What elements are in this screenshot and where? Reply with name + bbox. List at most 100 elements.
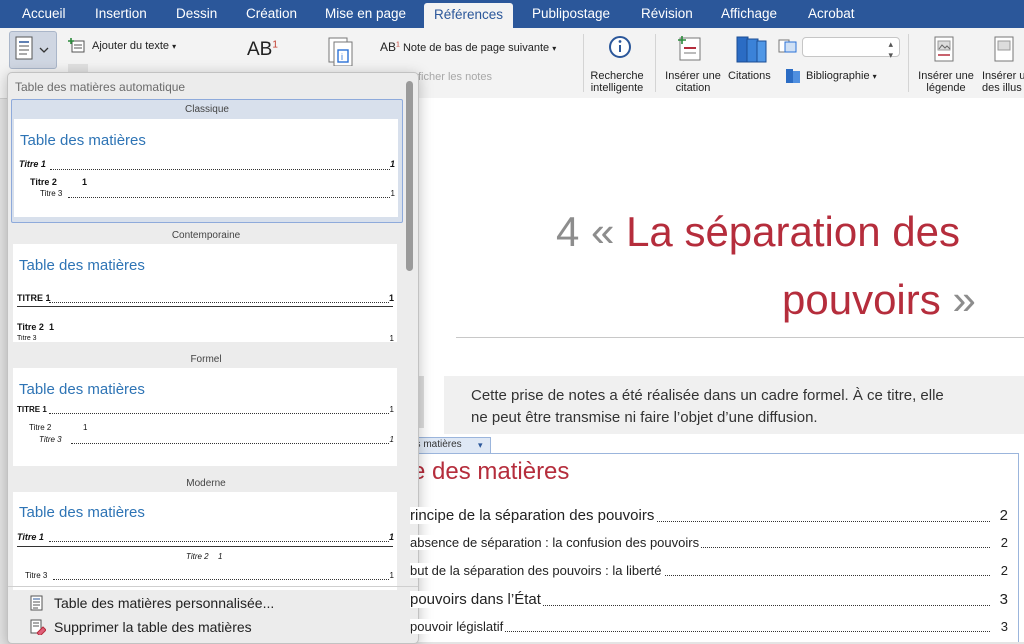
toc-style-label: Moderne xyxy=(186,478,226,489)
preview-level2: Titre 2 xyxy=(17,322,44,332)
preview-leader xyxy=(68,197,390,198)
insert-citation-label-line1: Insérer une xyxy=(665,70,721,82)
preview-level1: TITRE 1 xyxy=(17,405,47,414)
toc-entry-page: 2 xyxy=(997,563,1008,578)
chapter-title-part2: pouvoirs xyxy=(782,276,941,323)
tab-dessin[interactable]: Dessin xyxy=(176,0,217,28)
gallery-scrollbar-thumb[interactable] xyxy=(406,81,413,271)
toc-entry-page: 2 xyxy=(996,507,1008,524)
ribbon-separator xyxy=(583,34,584,92)
insert-table-of-figures-label[interactable]: Insérer u des illus xyxy=(982,70,1024,94)
toc-entry-page: 3 xyxy=(997,619,1008,634)
chapter-close-quote: » xyxy=(952,276,976,323)
preview-level2-page: 1 xyxy=(82,177,88,187)
notice-line1: Cette prise de notes a été réalisée dans… xyxy=(471,387,944,404)
table-of-contents-icon xyxy=(15,36,49,60)
toc-entry-text: but de la séparation des pouvoirs : la l… xyxy=(410,563,664,578)
preview-page: 1 xyxy=(389,435,394,444)
smart-lookup-icon[interactable] xyxy=(606,34,634,62)
toc-entry-text: pouvoirs dans l’État xyxy=(410,591,543,608)
tab-revision[interactable]: Révision xyxy=(641,0,693,28)
preview-leader xyxy=(53,579,389,580)
tab-insertion[interactable]: Insertion xyxy=(95,0,147,28)
chapter-number: 4 xyxy=(556,208,580,255)
tab-publipostage[interactable]: Publipostage xyxy=(532,0,610,28)
insert-table-of-figures-label-line1: Insérer u xyxy=(982,70,1024,82)
preview-level1: Titre 1 xyxy=(17,532,44,542)
toc-gallery-dropdown: Table des matières automatique Classique… xyxy=(7,72,419,644)
chapter-heading-line2: pouvoirs » xyxy=(782,276,976,324)
tab-creation[interactable]: Création xyxy=(246,0,297,28)
toc-style-contemporaine[interactable]: Table des matières TITRE 1 1 Titre 2 1 T… xyxy=(13,244,397,342)
preview-title: Table des matières xyxy=(19,257,145,274)
insert-endnote-icon[interactable]: i xyxy=(326,36,356,66)
ribbon-separator xyxy=(655,34,656,92)
preview-title: Table des matières xyxy=(20,132,146,149)
preview-level3: Titre 3 xyxy=(39,435,62,444)
manage-sources-icon[interactable] xyxy=(778,38,798,54)
delete-toc-menu-item[interactable]: Supprimer la table des matières xyxy=(8,617,406,639)
insert-caption-label[interactable]: Insérer une légende xyxy=(914,70,978,94)
next-footnote-button[interactable]: AB1 Note de bas de page suivante ▾ xyxy=(380,40,556,54)
ribbon-separator xyxy=(908,34,909,92)
toc-entry[interactable]: absence de séparation : la confusion des… xyxy=(410,535,1008,555)
toc-tag-dropdown-icon[interactable]: ▾ xyxy=(478,438,483,452)
tab-accueil[interactable]: Accueil xyxy=(22,0,66,28)
ribbon-tab-bar: Accueil Insertion Dessin Création Mise e… xyxy=(0,0,1024,28)
preview-level2-page: 1 xyxy=(49,322,55,332)
heading-rule xyxy=(456,337,1024,338)
toc-style-formel[interactable]: Table des matières TITRE 1 1 Titre 2 1 T… xyxy=(13,368,397,466)
toc-content-control-tag[interactable]: es matières ▾ xyxy=(410,437,491,454)
insert-footnote-button[interactable]: AB1 xyxy=(247,39,278,61)
preview-leader xyxy=(49,413,389,414)
bibliography-label: Bibliographie xyxy=(806,70,870,82)
custom-toc-menu-item[interactable]: Table des matières personnalisée... xyxy=(8,593,406,615)
toc-entry-page: 2 xyxy=(997,535,1008,550)
toc-entry[interactable]: but de la séparation des pouvoirs : la l… xyxy=(410,563,1008,583)
toc-entry[interactable]: pouvoirs dans l’État 3 xyxy=(410,591,1008,613)
insert-citation-icon[interactable] xyxy=(676,34,704,64)
citation-style-select[interactable]: ▴ ▾ xyxy=(802,37,900,60)
toc-entry-page: 3 xyxy=(996,591,1008,608)
insert-table-of-figures-label-line2: des illus xyxy=(982,82,1022,94)
toc-entry[interactable]: pouvoir législatif 3 xyxy=(410,619,1008,639)
citations-icon[interactable] xyxy=(734,34,768,66)
toc-style-moderne[interactable]: Table des matières Titre 1 1 Titre 2 1 T… xyxy=(13,492,397,590)
preview-level2: Titre 2 xyxy=(30,177,57,187)
footnote-superscript: 1 xyxy=(272,39,278,51)
tab-references[interactable]: Références xyxy=(424,3,514,28)
custom-toc-icon xyxy=(30,595,43,611)
chapter-heading-line1: 4 « La séparation des xyxy=(556,208,960,256)
add-text-button[interactable]: Ajouter du texte ▾ xyxy=(92,40,176,52)
preview-level1: TITRE 1 xyxy=(17,293,51,303)
preview-leader xyxy=(71,443,389,444)
toc-style-label: Classique xyxy=(185,104,229,115)
insert-caption-icon[interactable] xyxy=(932,34,958,64)
bibliography-button[interactable]: Bibliographie ▾ xyxy=(806,70,877,82)
toc-entry-text: absence de séparation : la confusion des… xyxy=(410,535,702,550)
preview-page: 1 xyxy=(389,405,394,414)
smart-lookup-label[interactable]: Recherche intelligente xyxy=(586,70,648,94)
citations-label[interactable]: Citations xyxy=(728,70,771,82)
document-page[interactable]: 4 « La séparation des pouvoirs » Cette p… xyxy=(410,98,1024,642)
svg-text:i: i xyxy=(341,52,343,62)
preview-page: 1 xyxy=(389,159,395,169)
preview-page: 1 xyxy=(389,334,394,342)
toc-style-classique[interactable]: Classique Table des matières Titre 1 1 T… xyxy=(11,99,403,223)
toc-control-border-top xyxy=(490,453,1018,454)
table-of-contents-button[interactable] xyxy=(9,31,57,69)
preview-title: Table des matières xyxy=(19,381,145,398)
tab-affichage[interactable]: Affichage xyxy=(721,0,777,28)
preview-rule xyxy=(17,306,393,307)
toc-entry[interactable]: rincipe de la séparation des pouvoirs 2 xyxy=(410,507,1008,529)
toc-entry-text: pouvoir législatif xyxy=(410,619,506,634)
preview-title: Table des matières xyxy=(19,504,145,521)
toc-entry-text: rincipe de la séparation des pouvoirs xyxy=(410,507,657,524)
tab-mise-en-page[interactable]: Mise en page xyxy=(325,0,406,28)
chapter-open-quote: « xyxy=(591,208,615,255)
insert-table-of-figures-icon[interactable] xyxy=(992,34,1020,64)
toc-control-border-right xyxy=(1018,453,1019,642)
show-notes-button[interactable]: ficher les notes xyxy=(418,71,492,83)
insert-citation-label[interactable]: Insérer une citation xyxy=(662,70,724,94)
tab-acrobat[interactable]: Acrobat xyxy=(808,0,855,28)
